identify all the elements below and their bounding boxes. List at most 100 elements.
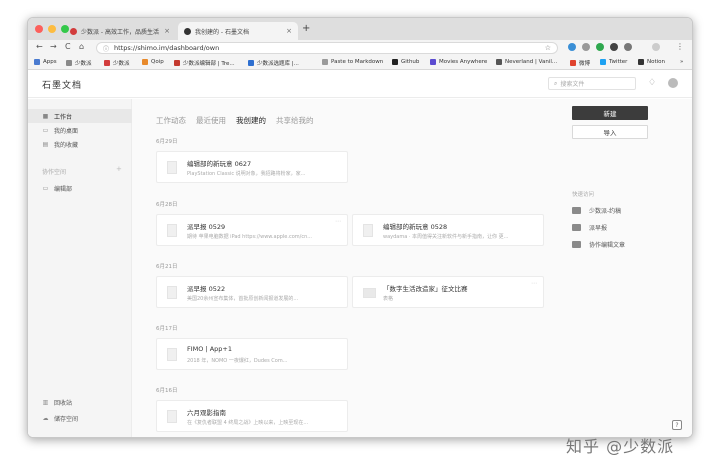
extension-icon[interactable] [624, 43, 632, 51]
folder-icon [66, 60, 72, 66]
home-button[interactable]: ⌂ [79, 42, 84, 51]
more-options-icon[interactable]: ⋯ [335, 218, 341, 225]
new-tab-button[interactable]: + [302, 23, 310, 34]
bookmark-item[interactable]: 微博 [570, 59, 590, 67]
document-card[interactable]: FIMO | App+1 2018 年，NOMO 一夜爆红，Dudes Com.… [156, 338, 348, 370]
document-card[interactable]: 编辑部的新玩意 0528 waydama · 本周值得关注新软件与新手指南，让你… [352, 214, 544, 246]
tab-shared-with-me[interactable]: 共享给我的 [276, 115, 314, 126]
document-card[interactable]: 编辑部的新玩意 0627 PlayStation Classic 说明对象，我招… [156, 151, 348, 183]
user-avatar[interactable] [668, 78, 678, 88]
folder-icon [572, 207, 581, 214]
cloud-icon: ☁ [42, 414, 49, 422]
profile-avatar-icon[interactable] [652, 43, 660, 51]
close-tab-icon[interactable]: × [286, 27, 292, 35]
bookmark-item[interactable]: Github [392, 59, 419, 65]
bookmark-item[interactable]: Qoip [142, 59, 164, 65]
sidebar-item-label: 工作台 [54, 113, 73, 121]
bookmark-item[interactable]: Apps [34, 59, 57, 65]
reload-button[interactable]: C [65, 42, 71, 51]
document-icon [167, 348, 177, 361]
document-card[interactable]: 派早报 0522 美国20余州宣布集体，首批原创新闻报道发展的... [156, 276, 348, 308]
sidebar-item-trash[interactable]: ▥ 回收站 [28, 395, 132, 409]
spreadsheet-icon [363, 288, 376, 298]
page-icon [322, 59, 328, 65]
bookmark-star-icon[interactable]: ☆ [545, 44, 551, 52]
site-info-icon[interactable]: ⓘ [103, 44, 109, 53]
document-preview: PlayStation Classic 说明对象，我招路将粉家，家... [187, 171, 306, 177]
folder-icon [572, 241, 581, 248]
bookmarks-bar: Apps 少数派 少数派 Qoip 少数派编辑部 | Tre... 少数派选题库… [28, 56, 692, 70]
document-icon [167, 410, 177, 423]
browser-menu-icon[interactable]: ⋮ [676, 42, 684, 51]
bookmark-item[interactable]: 少数派 [66, 59, 92, 67]
bookmark-item[interactable]: Movies Anywhere [430, 59, 487, 65]
search-placeholder: 搜索文件 [560, 81, 585, 88]
tab-created-by-me[interactable]: 我创建的 [236, 115, 266, 126]
sidebar-item-label: 我的桌面 [54, 127, 79, 135]
folder-icon [572, 224, 581, 231]
quick-access-item[interactable]: 派早报 [572, 223, 607, 232]
bookmark-item[interactable]: Twitter [600, 59, 627, 65]
tab-recent[interactable]: 最近使用 [196, 115, 226, 126]
document-preview: 美国20余州宣布集体，首批原创新闻报道发展的... [187, 296, 299, 302]
bookmark-item[interactable]: 少数派编辑部 | Tre... [174, 59, 235, 67]
bookmark-item[interactable]: 少数派 [104, 59, 130, 67]
quick-access-item[interactable]: 少数派-约稿 [572, 206, 621, 215]
document-card[interactable]: 派早报 0529 期待 苹果电脑数据 iPad https://www.appl… [156, 214, 348, 246]
document-icon [363, 224, 373, 237]
extension-icon[interactable] [582, 43, 590, 51]
neverland-icon [496, 59, 502, 65]
sspai-icon [104, 60, 110, 66]
bookmark-item[interactable]: Neverland | Vanil... [496, 59, 557, 65]
document-preview: waydama · 本周值得关注新软件与新手指南，让你 更... [383, 234, 509, 240]
sidebar-item-workbench[interactable]: ■ 工作台 [28, 109, 132, 123]
spreadsheet-card[interactable]: 「数字生活改造家」征文比赛 表格 ⋯ [352, 276, 544, 308]
notification-bell-icon[interactable]: ♢ [648, 78, 656, 88]
forward-button[interactable]: → [50, 42, 57, 51]
url-text: https://shimo.im/dashboard/own [114, 44, 220, 52]
document-preview: 2018 年，NOMO 一夜爆红，Dudes Com... [187, 358, 288, 364]
app-logo[interactable]: 石墨文档 [42, 78, 82, 91]
app-header: 石墨文档 ⌕ 搜索文件 ♢ [28, 70, 692, 98]
quick-access-item[interactable]: 协作编辑文章 [572, 240, 625, 249]
sidebar-item-desktop[interactable]: ▭ 我的桌面 [28, 123, 132, 137]
browser-tab-sspai[interactable]: 少数派 - 高效工作，品质生活 × [64, 22, 176, 40]
workbench-icon: ■ [42, 112, 49, 120]
extension-icon[interactable] [596, 43, 604, 51]
document-title: 编辑部的新玩意 0627 [187, 160, 252, 168]
minimize-window-button[interactable] [48, 25, 56, 33]
tab-activity[interactable]: 工作动态 [156, 115, 186, 126]
more-options-icon[interactable]: ⋯ [531, 280, 537, 287]
bookmark-item[interactable]: 少数派选题库 |... [248, 59, 299, 67]
tab-bar: 少数派 - 高效工作，品质生活 × 我创建的 - 石墨文档 × + [28, 18, 692, 40]
bookmarks-overflow-button[interactable]: » [680, 59, 683, 65]
bookmark-item[interactable]: Paste to Markdown [322, 59, 383, 65]
extension-icon[interactable] [568, 43, 576, 51]
browser-tab-shimo[interactable]: 我创建的 - 石墨文档 × [178, 22, 298, 40]
bookmark-item[interactable]: Notion [638, 59, 665, 65]
sidebar-item-storage[interactable]: ☁ 储存空间 [28, 411, 132, 425]
extension-icon[interactable] [610, 43, 618, 51]
date-group-label: 6月29日 [156, 139, 178, 145]
sidebar: ■ 工作台 ▭ 我的桌面 ▤ 我的收藏 协作空间 + ▭ 编辑部 ▥ 回收站 ☁… [28, 99, 132, 437]
sidebar-item-favorites[interactable]: ▤ 我的收藏 [28, 137, 132, 151]
close-tab-icon[interactable]: × [164, 27, 170, 35]
sidebar-item-label: 编辑部 [54, 185, 73, 193]
back-button[interactable]: ← [36, 42, 43, 51]
url-bar[interactable]: ⓘ https://shimo.im/dashboard/own ☆ [96, 42, 558, 54]
close-window-button[interactable] [35, 25, 43, 33]
help-icon[interactable]: ? [672, 420, 682, 430]
sidebar-item-editorial[interactable]: ▭ 编辑部 [28, 181, 132, 195]
import-button[interactable]: 导入 [572, 125, 648, 139]
trello-icon [174, 60, 180, 66]
document-title: 「数字生活改造家」征文比赛 [383, 285, 468, 293]
address-toolbar: ← → C ⌂ ⓘ https://shimo.im/dashboard/own… [28, 40, 692, 56]
shimo-favicon-icon [184, 27, 191, 35]
trello-icon [248, 60, 254, 66]
desktop-icon: ▭ [42, 126, 49, 134]
sidebar-item-label: 我的收藏 [54, 141, 79, 149]
add-space-button[interactable]: + [116, 165, 122, 173]
document-card[interactable]: 六月观影指南 在《复仇者联盟 4 终局之战》上映以来，上映至现在... [156, 400, 348, 432]
new-button[interactable]: 新建 [572, 106, 648, 120]
file-search-input[interactable]: ⌕ 搜索文件 [548, 77, 636, 90]
